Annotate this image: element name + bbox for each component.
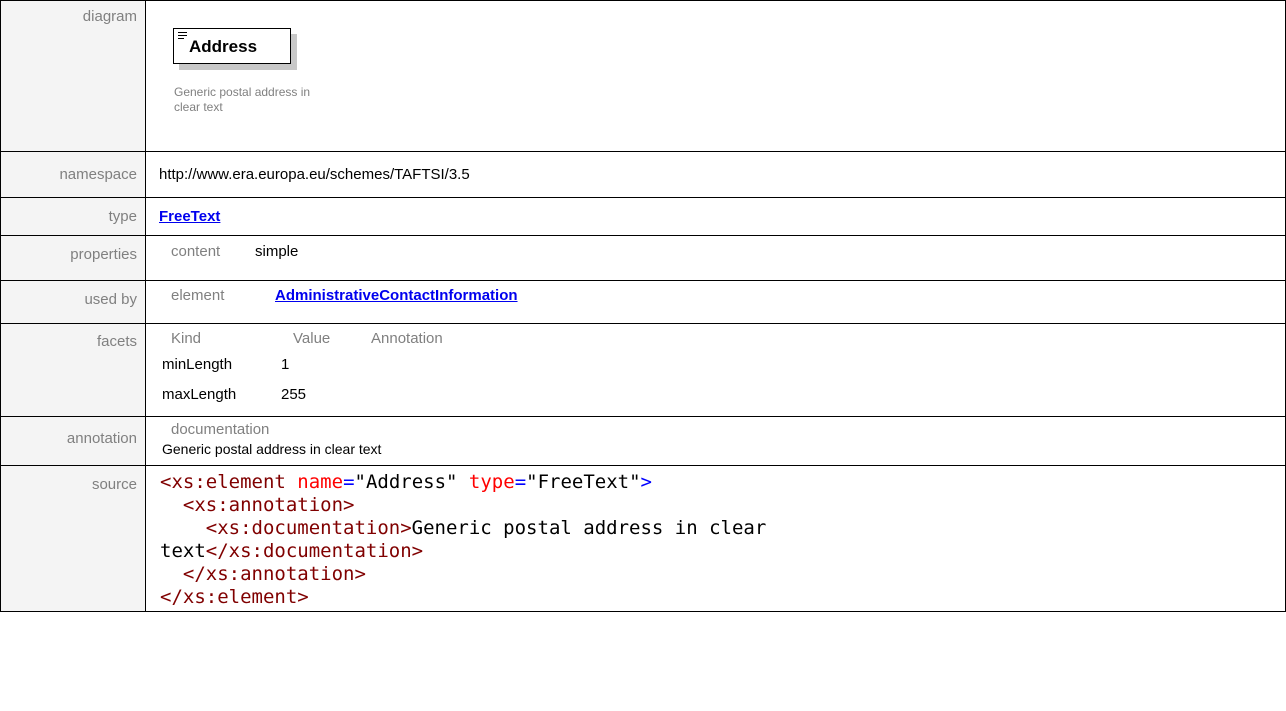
label-type: type	[0, 197, 146, 236]
row-namespace: namespace http://www.era.europa.eu/schem…	[0, 151, 1286, 198]
facet-kind: minLength	[162, 355, 233, 373]
used-by-link[interactable]: AdministrativeContactInformation	[275, 287, 518, 304]
annotation-cell: documentation Generic postal address in …	[145, 416, 1286, 466]
row-source: source <xs:element name="Address" type="…	[0, 465, 1286, 612]
facet-row: minLength 1	[159, 350, 1285, 378]
type-link[interactable]: FreeText	[159, 208, 220, 225]
label-used-by: used by	[0, 280, 146, 324]
element-node[interactable]: Address	[173, 28, 291, 64]
facet-row: maxLength 255	[159, 378, 1285, 410]
src-text: Generic postal address in clear	[411, 517, 767, 539]
source-code: <xs:element name="Address" type="FreeTex…	[160, 471, 767, 608]
label-namespace: namespace	[0, 151, 146, 198]
row-annotation: annotation documentation Generic postal …	[0, 416, 1286, 466]
src-text: text	[160, 540, 206, 562]
diagram-cell: Address Generic postal address in clear …	[145, 0, 1286, 152]
src-tag: </xs:documentation>	[205, 540, 424, 562]
annotation-key: documentation	[171, 421, 270, 438]
facets-header-kind: Kind	[171, 330, 202, 347]
namespace-text: http://www.era.europa.eu/schemes/TAFTSI/…	[159, 166, 470, 183]
label-facets: facets	[0, 323, 146, 417]
facet-kind: maxLength	[162, 385, 237, 403]
row-diagram: diagram Address Generic postal address i…	[0, 0, 1286, 152]
namespace-value: http://www.era.europa.eu/schemes/TAFTSI/…	[145, 151, 1286, 198]
facet-value: 255	[281, 385, 307, 403]
source-cell: <xs:element name="Address" type="FreeTex…	[145, 465, 1286, 612]
annotation-text: Generic postal address in clear text	[162, 441, 382, 457]
facets-cell: Kind Value Annotation minLength 1 maxLen…	[145, 323, 1286, 417]
properties-key: content	[171, 243, 221, 260]
used-by-cell: element AdministrativeContactInformation	[145, 280, 1286, 324]
properties-cell: content simple	[145, 235, 1286, 281]
src-val: "FreeText"	[526, 471, 641, 493]
row-facets: facets Kind Value Annotation minLength 1…	[0, 323, 1286, 417]
src-tag: <xs:documentation>	[205, 517, 412, 539]
element-doc-icon	[178, 32, 187, 40]
label-diagram: diagram	[0, 0, 146, 152]
facet-value: 1	[281, 355, 290, 373]
src-tag: <xs:element	[160, 471, 286, 493]
facets-header-annotation: Annotation	[371, 330, 443, 347]
src-tag: </xs:annotation>	[182, 563, 366, 585]
src-punct: >	[640, 471, 652, 493]
src-attr: type	[468, 471, 515, 493]
diagram: Address Generic postal address in clear …	[146, 1, 1285, 131]
src-val: "Address"	[354, 471, 458, 493]
facets-header-value: Value	[293, 330, 331, 347]
label-properties: properties	[0, 235, 146, 281]
schema-element-doc: diagram Address Generic postal address i…	[0, 0, 1286, 612]
row-used-by: used by element AdministrativeContactInf…	[0, 280, 1286, 324]
facets-header: Kind Value Annotation	[159, 330, 1285, 350]
node-caption: Generic postal address in clear text	[174, 85, 311, 114]
label-annotation: annotation	[0, 416, 146, 466]
src-attr: name	[297, 471, 344, 493]
src-tag: </xs:element>	[160, 586, 309, 608]
properties-value: simple	[255, 243, 299, 260]
properties-row: content simple	[159, 243, 1285, 260]
node-title: Address	[189, 37, 258, 56]
used-by-row: element AdministrativeContactInformation	[159, 287, 1285, 304]
row-type: type FreeText	[0, 197, 1286, 236]
label-source: source	[0, 465, 146, 612]
used-by-key: element	[171, 287, 225, 304]
src-tag: <xs:annotation>	[182, 494, 355, 516]
type-value: FreeText	[145, 197, 1286, 236]
row-properties: properties content simple	[0, 235, 1286, 281]
